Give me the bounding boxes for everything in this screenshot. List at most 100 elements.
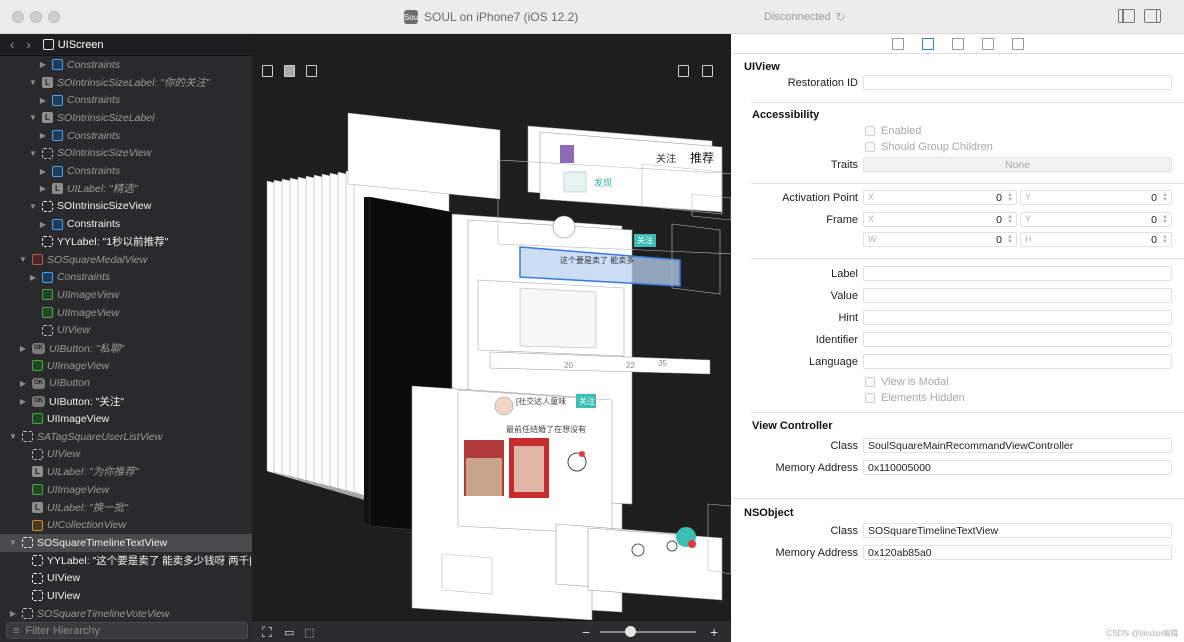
nsobject-class-field[interactable]: SOSquareTimelineTextView xyxy=(863,523,1172,538)
disclosure-collapsed-icon[interactable]: ▶ xyxy=(8,609,18,618)
disclosure-collapsed-icon[interactable]: ▶ xyxy=(18,397,28,406)
hierarchy-row[interactable]: ▶ Constraints xyxy=(0,91,252,109)
disclosure-expanded-icon[interactable]: ▼ xyxy=(28,149,38,158)
hierarchy-row[interactable]: L UILabel: "为你推荐" xyxy=(0,463,252,481)
disclosure-expanded-icon[interactable]: ▼ xyxy=(8,432,18,441)
hierarchy-row[interactable]: ▼ SOSquareMedalView xyxy=(0,251,252,269)
language-field[interactable] xyxy=(863,354,1172,369)
toggle-inspector-button[interactable] xyxy=(1144,9,1161,23)
hierarchy-row[interactable]: YYLabel: "1秒以前推荐" xyxy=(0,233,252,251)
hierarchy-row[interactable]: ▼ SOSquareTimelineTextView xyxy=(0,533,252,552)
disclosure-collapsed-icon[interactable]: ▶ xyxy=(18,379,28,388)
hierarchy-row[interactable]: UIView xyxy=(0,569,252,587)
stepper-icon[interactable]: ▲ ▼ xyxy=(1007,234,1013,245)
zoom-in-icon[interactable]: + xyxy=(710,624,718,640)
hierarchy-row[interactable]: YYLabel: "这个要是卖了 能卖多少钱呀 两千| xyxy=(0,552,252,570)
activation-y-field[interactable]: Y 0 ▲ ▼ xyxy=(1020,190,1172,205)
disclosure-expanded-icon[interactable]: ▼ xyxy=(28,113,38,122)
stepper-icon[interactable]: ▲ ▼ xyxy=(1007,214,1013,225)
hierarchy-row[interactable]: L UILabel: "换一批" xyxy=(0,499,252,517)
hierarchy-row[interactable]: ▶ OK UIButton: "关注" xyxy=(0,392,252,410)
disclosure-expanded-icon[interactable]: ▼ xyxy=(18,255,28,264)
value-field[interactable] xyxy=(863,288,1172,303)
stepper-icon[interactable]: ▲ ▼ xyxy=(1162,214,1168,225)
stepper-icon[interactable]: ▲ ▼ xyxy=(1007,192,1013,203)
restoration-id-field[interactable] xyxy=(863,75,1172,90)
disclosure-collapsed-icon[interactable]: ▶ xyxy=(18,344,28,353)
frame-h-field[interactable]: H 0 ▲ ▼ xyxy=(1020,232,1172,247)
disclosure-expanded-icon[interactable]: ▼ xyxy=(28,78,38,87)
hierarchy-row[interactable]: ▶ Constraints xyxy=(0,215,252,233)
back-arrow-icon[interactable]: ‹ xyxy=(10,37,14,52)
zoom-slider-knob[interactable] xyxy=(625,626,636,637)
filter-hierarchy-input[interactable]: ≡ Filter Hierarchy xyxy=(6,622,248,639)
hierarchy-row[interactable]: UIView xyxy=(0,322,252,340)
show-frames-icon[interactable]: ⬚ xyxy=(304,626,314,639)
file-inspector-icon[interactable] xyxy=(891,37,904,50)
hierarchy-row[interactable]: UIView xyxy=(0,587,252,605)
hierarchy-row[interactable]: ▼ SATagSquareUserListView xyxy=(0,428,252,446)
hierarchy-row[interactable]: ▶ Constraints xyxy=(0,162,252,180)
close-window-button[interactable] xyxy=(12,11,24,23)
hierarchy-row[interactable]: ▼ SOIntrinsicSizeView xyxy=(0,198,252,216)
group-children-checkbox[interactable]: Should Group Children xyxy=(865,141,993,153)
hierarchy-row[interactable]: UIImageView xyxy=(0,357,252,375)
label-field[interactable] xyxy=(863,266,1172,281)
hierarchy-row[interactable]: ▼ SOIntrinsicSizeView xyxy=(0,145,252,163)
object-inspector-icon[interactable] xyxy=(921,37,934,50)
hierarchy-row[interactable]: UIImageView xyxy=(0,481,252,499)
hierarchy-row[interactable]: UIImageView xyxy=(0,286,252,304)
screenshot-icon[interactable]: ▭ xyxy=(284,626,294,639)
layers-inspector-icon[interactable] xyxy=(1011,37,1024,50)
hint-field[interactable] xyxy=(863,310,1172,325)
attributes-inspector-icon[interactable] xyxy=(951,37,964,50)
hierarchy-row[interactable]: ▼ L SOIntrinsicSizeLabel xyxy=(0,109,252,127)
hierarchy-row[interactable]: ▶ SOSquareTimelineVoteView xyxy=(0,605,252,622)
vc-address-field[interactable]: 0x110005000 xyxy=(863,460,1172,475)
hierarchy-row[interactable]: UIImageView xyxy=(0,410,252,428)
hierarchy-row[interactable]: ▼ L SOIntrinsicSizeLabel: "你的关注" xyxy=(0,74,252,92)
hierarchy-row[interactable]: ▶ OK UIButton xyxy=(0,375,252,393)
vc-class-field[interactable]: SoulSquareMainRecommandViewController xyxy=(863,438,1172,453)
hierarchy-row[interactable]: ▶ Constraints xyxy=(0,127,252,145)
frame-w-field[interactable]: W 0 ▲ ▼ xyxy=(863,232,1017,247)
disclosure-expanded-icon[interactable]: ▼ xyxy=(28,202,38,211)
breadcrumb[interactable]: UIScreen xyxy=(42,39,104,51)
hierarchy-row[interactable]: ▶ Constraints xyxy=(0,56,252,74)
elements-hidden-checkbox[interactable]: Elements Hidden xyxy=(865,392,965,404)
disclosure-collapsed-icon[interactable]: ▶ xyxy=(38,220,48,229)
hierarchy-row[interactable]: UIView xyxy=(0,445,252,463)
toggle-navigator-button[interactable] xyxy=(1118,9,1135,23)
zoom-slider-track[interactable] xyxy=(600,631,696,633)
zoom-out-icon[interactable]: − xyxy=(582,624,590,640)
minimize-window-button[interactable] xyxy=(30,11,42,23)
disclosure-collapsed-icon[interactable]: ▶ xyxy=(38,167,48,176)
forward-arrow-icon[interactable]: › xyxy=(26,37,30,52)
disclosure-collapsed-icon[interactable]: ▶ xyxy=(38,184,48,193)
hierarchy-row[interactable]: UICollectionView xyxy=(0,516,252,534)
stepper-icon[interactable]: ▲ ▼ xyxy=(1162,192,1168,203)
stepper-icon[interactable]: ▲ ▼ xyxy=(1162,234,1168,245)
frame-y-field[interactable]: Y 0 ▲ ▼ xyxy=(1020,212,1172,227)
refresh-icon[interactable]: ↻ xyxy=(836,10,846,24)
fit-view-icon[interactable]: ⛶ xyxy=(262,624,272,641)
view-is-modal-checkbox[interactable]: View is Modal xyxy=(865,376,949,388)
identifier-field[interactable] xyxy=(863,332,1172,347)
disclosure-collapsed-icon[interactable]: ▶ xyxy=(38,60,48,69)
disclosure-expanded-icon[interactable]: ▼ xyxy=(8,538,18,547)
zoom-window-button[interactable] xyxy=(48,11,60,23)
hierarchy-row[interactable]: UIImageView xyxy=(0,304,252,322)
hierarchy-row[interactable]: ▶ L UILabel: "精选" xyxy=(0,180,252,198)
activation-x-field[interactable]: X 0 ▲ ▼ xyxy=(863,190,1017,205)
traits-field[interactable]: None xyxy=(863,157,1172,172)
view-debugger-canvas[interactable]: 关注 推荐 发现 这个要是卖了 能卖多 关注 关注 20 22 35 [社交达人… xyxy=(252,34,731,642)
hierarchy-row[interactable]: ▶ OK UIButton: "私聊" xyxy=(0,339,252,357)
disclosure-collapsed-icon[interactable]: ▶ xyxy=(38,96,48,105)
frame-x-field[interactable]: X 0 ▲ ▼ xyxy=(863,212,1017,227)
enabled-checkbox[interactable]: Enabled xyxy=(865,125,921,137)
disclosure-collapsed-icon[interactable]: ▶ xyxy=(28,273,38,282)
disclosure-collapsed-icon[interactable]: ▶ xyxy=(38,131,48,140)
size-inspector-icon[interactable] xyxy=(981,37,994,50)
hierarchy-row[interactable]: ▶ Constraints xyxy=(0,268,252,286)
nsobject-address-field[interactable]: 0x120ab85a0 xyxy=(863,545,1172,560)
